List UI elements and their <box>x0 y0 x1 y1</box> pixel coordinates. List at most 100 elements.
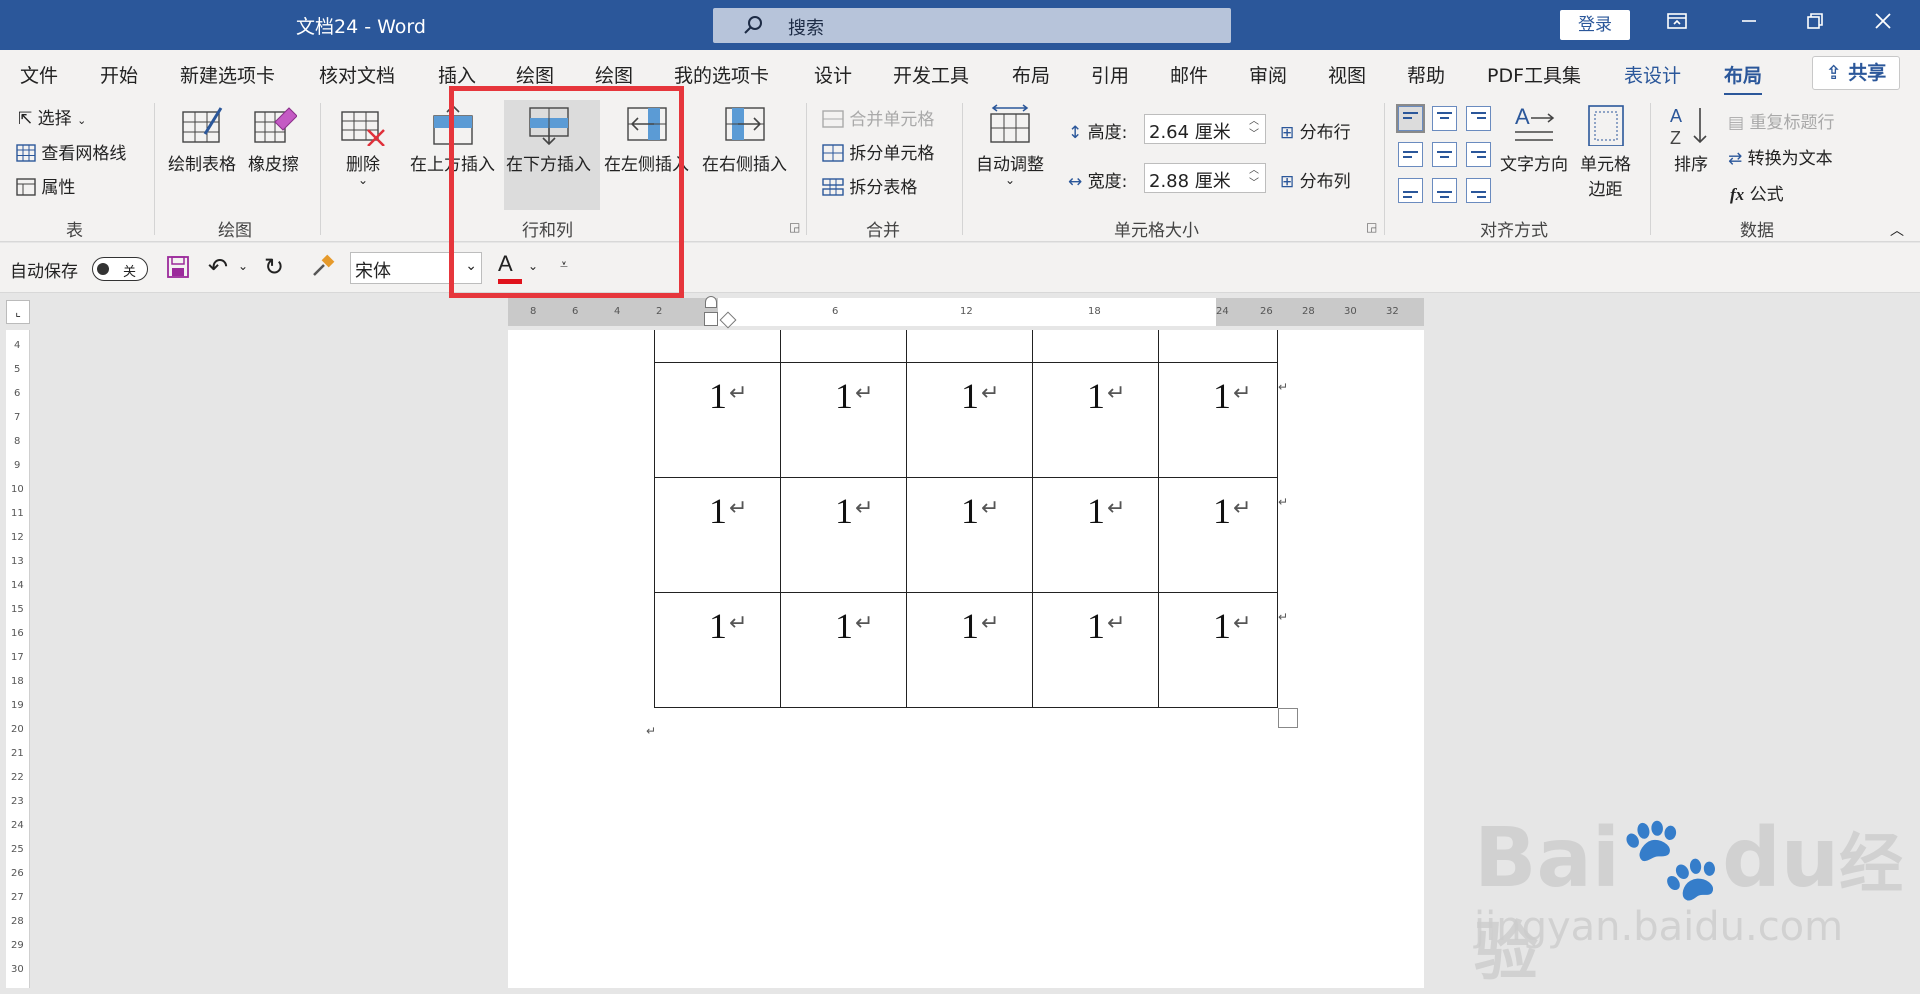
tab-home[interactable]: 开始 <box>100 61 138 88</box>
tab-layout[interactable]: 布局 <box>1012 61 1050 88</box>
autosave-toggle[interactable]: 关 <box>92 257 148 281</box>
table-resize-handle[interactable] <box>1278 708 1298 728</box>
spin-arrows-icon[interactable]: ︿ ﹀ <box>1249 164 1259 190</box>
split-table-button[interactable]: 拆分表格 <box>822 173 917 198</box>
table-cell[interactable]: 1 ↵ <box>1032 477 1159 593</box>
delete-table-icon <box>341 111 385 146</box>
chevron-down-icon[interactable]: ⌄ <box>238 259 248 273</box>
formula-button[interactable]: fx 公式 <box>1730 180 1784 205</box>
distribute-cols-button[interactable]: ⊞ 分布列 <box>1280 167 1351 192</box>
close-icon[interactable] <box>1868 10 1898 40</box>
align-bottom-center-button[interactable] <box>1432 178 1457 203</box>
ribbon-display-icon[interactable] <box>1662 10 1692 40</box>
select-button[interactable]: ⇱ 选择 ⌄ <box>18 104 86 129</box>
tab-review-doc[interactable]: 核对文档 <box>319 61 395 88</box>
table-cell[interactable]: 1 ↵ <box>654 592 781 708</box>
view-gridlines-button[interactable]: 查看网格线 <box>16 139 126 164</box>
align-bottom-right-button[interactable] <box>1466 178 1491 203</box>
distribute-rows-button[interactable]: ⊞ 分布行 <box>1280 118 1351 143</box>
table-cell[interactable]: 1 ↵ <box>1158 362 1278 478</box>
tab-my-tab[interactable]: 我的选项卡 <box>674 61 769 88</box>
format-painter-icon[interactable] <box>310 253 336 283</box>
ruler-label: 12 <box>11 532 24 543</box>
split-cells-button[interactable]: 拆分单元格 <box>822 139 934 164</box>
table-cell[interactable]: 1 ↵ <box>654 477 781 593</box>
tab-table-design[interactable]: 表设计 <box>1624 61 1681 88</box>
save-icon[interactable] <box>166 255 190 283</box>
first-line-indent-marker[interactable] <box>705 296 717 308</box>
tab-design[interactable]: 设计 <box>814 61 852 88</box>
table-cell[interactable]: 1 ↵ <box>780 362 907 478</box>
merge-cells-button[interactable]: 合并单元格 <box>822 105 934 130</box>
login-button[interactable]: 登录 <box>1560 10 1630 40</box>
insert-right-button[interactable]: 在右侧插入 <box>702 104 787 175</box>
tab-draw-2[interactable]: 绘图 <box>595 61 633 88</box>
table-cell[interactable]: 1 ↵ <box>1032 592 1159 708</box>
autofit-button[interactable]: 自动调整 ⌄ <box>976 104 1044 186</box>
tab-draw-1[interactable]: 绘图 <box>516 61 554 88</box>
row-height-value: 2.64 厘米 <box>1149 122 1231 143</box>
table-cell[interactable]: 1 ↵ <box>780 592 907 708</box>
convert-to-text-button[interactable]: ⇄ 转换为文本 <box>1728 144 1833 169</box>
dialog-launcher-icon[interactable]: ◲ <box>789 220 800 234</box>
minimize-icon[interactable] <box>1734 10 1764 40</box>
document-page[interactable]: 1 ↵ 1 ↵ 1 ↵ 1 ↵ 1 ↵ ↵ 1 ↵ 1 ↵ 1 ↵ 1 ↵ 1 ↵ ↵ 1 ↵ 1 ↵ … <box>508 330 1424 988</box>
vertical-ruler[interactable]: 4 5 6 7 8 9 10 11 12 13 14 15 16 17 18 1… <box>6 330 30 988</box>
text-direction-button[interactable]: A 文字方向 <box>1500 104 1568 175</box>
table-cell[interactable]: 1 ↵ <box>654 362 781 478</box>
properties-button[interactable]: 属性 <box>16 173 75 198</box>
tab-table-layout[interactable]: 布局 <box>1724 61 1763 96</box>
table-cell[interactable]: 1 ↵ <box>906 592 1033 708</box>
sort-button[interactable]: AZ 排序 <box>1668 104 1714 175</box>
align-bottom-left-button[interactable] <box>1398 178 1423 203</box>
eraser-button[interactable]: 橡皮擦 <box>248 104 299 175</box>
table-cell[interactable]: 1 ↵ <box>780 477 907 593</box>
repeat-header-button[interactable]: ▤ 重复标题行 <box>1728 108 1834 133</box>
search-box[interactable]: 搜索 <box>713 8 1231 43</box>
table-cell[interactable]: 1 ↵ <box>906 362 1033 478</box>
align-top-right-button[interactable] <box>1466 106 1491 131</box>
tab-help[interactable]: 帮助 <box>1407 61 1445 88</box>
align-middle-left-button[interactable] <box>1398 142 1423 167</box>
align-top-left-button[interactable] <box>1396 104 1425 133</box>
toggle-knob <box>97 263 109 275</box>
group-label-table: 表 <box>66 221 83 241</box>
ruler-label: 6 <box>572 306 579 317</box>
table-cell[interactable]: 1 ↵ <box>1158 477 1278 593</box>
paragraph-mark-icon: ↵ <box>1107 496 1126 521</box>
horizontal-ruler[interactable]: 8 6 4 2 6 12 18 24 26 28 30 32 <box>508 296 1424 329</box>
delete-button[interactable]: 删除 ⌄ <box>340 104 386 186</box>
spin-arrows-icon[interactable]: ︿ ﹀ <box>1249 115 1259 141</box>
collapse-ribbon-icon[interactable]: ︿ <box>1890 220 1904 240</box>
table-cell[interactable]: 1 ↵ <box>1032 362 1159 478</box>
draw-table-button[interactable]: 绘制表格 <box>168 104 236 175</box>
left-indent-marker[interactable] <box>704 312 718 326</box>
tab-insert[interactable]: 插入 <box>438 61 476 88</box>
align-top-center-button[interactable] <box>1432 106 1457 131</box>
row-height-input[interactable]: 2.64 厘米 ︿ ﹀ <box>1144 114 1266 144</box>
tab-review[interactable]: 审阅 <box>1249 61 1287 88</box>
tab-references[interactable]: 引用 <box>1091 61 1129 88</box>
redo-icon[interactable]: ↻ <box>264 253 284 281</box>
tab-new[interactable]: 新建选项卡 <box>180 61 275 88</box>
tab-mailings[interactable]: 邮件 <box>1170 61 1208 88</box>
align-middle-right-button[interactable] <box>1466 142 1491 167</box>
undo-icon[interactable]: ↶ <box>208 253 228 281</box>
share-button[interactable]: ⇪ 共享 <box>1812 56 1900 90</box>
tab-developer[interactable]: 开发工具 <box>893 61 969 88</box>
align-middle-center-button[interactable] <box>1432 142 1457 167</box>
col-width-input[interactable]: 2.88 厘米 ︿ ﹀ <box>1144 163 1266 193</box>
tab-pdf[interactable]: PDF工具集 <box>1487 61 1581 88</box>
cell-text: 1 <box>961 606 979 646</box>
ruler-label: 29 <box>11 940 24 951</box>
draw-table-label: 绘制表格 <box>168 155 236 175</box>
cell-margins-button[interactable]: 单元格 边距 <box>1580 104 1631 200</box>
tab-file[interactable]: 文件 <box>20 61 58 88</box>
delete-label: 删除 <box>346 155 380 175</box>
restore-icon[interactable] <box>1800 10 1830 40</box>
table-cell[interactable]: 1 ↵ <box>906 477 1033 593</box>
tab-selector-icon[interactable]: ⌞ <box>6 300 30 324</box>
table-cell[interactable]: 1 ↵ <box>1158 592 1278 708</box>
dialog-launcher-icon[interactable]: ◲ <box>1366 220 1377 234</box>
tab-view[interactable]: 视图 <box>1328 61 1366 88</box>
